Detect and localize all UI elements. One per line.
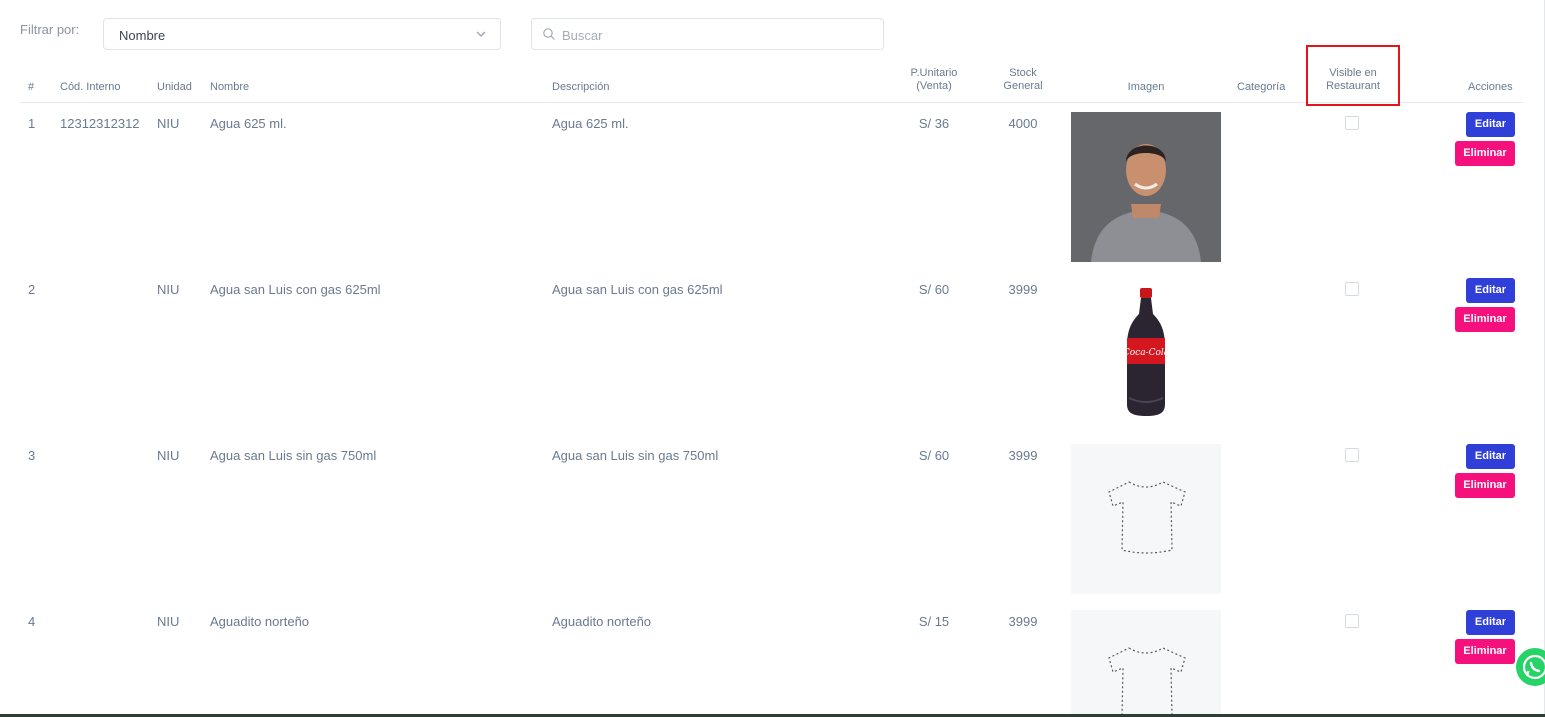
row-name: Agua san Luis con gas 625ml — [210, 282, 381, 297]
edit-button[interactable]: Editar — [1466, 112, 1515, 137]
header-stock-line2: General — [1003, 80, 1043, 92]
row-name: Aguadito norteño — [210, 614, 310, 629]
search-icon — [543, 28, 555, 40]
edit-button[interactable]: Editar — [1466, 444, 1515, 469]
row-price: S/ 36 — [918, 116, 950, 131]
delete-button[interactable]: Eliminar — [1455, 639, 1515, 664]
row-price: S/ 60 — [918, 282, 950, 297]
header-image: Imagen — [1127, 81, 1165, 93]
svg-text:Coca-Cola: Coca-Cola — [1123, 348, 1169, 358]
header-code: Cód. Interno — [60, 81, 121, 93]
products-panel: Filtrar por: Nombre # Cód. Interno Unida… — [0, 0, 1545, 717]
row-description: Agua san Luis con gas 625ml — [552, 282, 723, 297]
row-price: S/ 15 — [918, 614, 950, 629]
person-photo-icon — [1071, 112, 1221, 262]
row-index: 4 — [28, 614, 36, 629]
row-unit: NIU — [157, 448, 180, 463]
delete-button[interactable]: Eliminar — [1455, 141, 1515, 166]
tshirt-icon — [1108, 481, 1186, 554]
filter-select[interactable]: Nombre — [103, 18, 501, 50]
edit-button[interactable]: Editar — [1466, 278, 1515, 303]
row-description: Agua 625 ml. — [552, 116, 629, 131]
header-price: P.Unitario (Venta) — [894, 67, 974, 93]
header-category: Categoría — [1237, 81, 1286, 93]
row-description: Aguadito norteño — [552, 614, 652, 629]
filter-label: Filtrar por: — [20, 22, 80, 37]
row-code: 12312312312 — [60, 116, 140, 131]
search-input[interactable] — [562, 25, 862, 45]
visible-checkbox[interactable] — [1345, 448, 1359, 462]
delete-button[interactable]: Eliminar — [1455, 473, 1515, 498]
row-stock: 4000 — [1008, 116, 1038, 131]
highlight-box — [1306, 45, 1400, 106]
product-image-placeholder — [1071, 610, 1221, 714]
row-unit: NIU — [157, 116, 180, 131]
row-name: Agua 625 ml. — [210, 116, 287, 131]
header-price-line2: (Venta) — [916, 80, 952, 92]
product-image-bottle: Coca-Cola — [1071, 278, 1221, 428]
product-image-person — [1071, 112, 1221, 262]
tshirt-icon — [1108, 647, 1186, 714]
row-unit: NIU — [157, 282, 180, 297]
row-unit: NIU — [157, 614, 180, 629]
whatsapp-button[interactable] — [1516, 648, 1545, 686]
row-stock: 3999 — [1008, 282, 1038, 297]
row-index: 1 — [28, 116, 36, 131]
product-image-placeholder — [1071, 444, 1221, 594]
row-index: 2 — [28, 282, 36, 297]
bottle-icon: Coca-Cola — [1123, 288, 1169, 416]
header-price-line1: P.Unitario — [910, 67, 958, 79]
header-index: # — [28, 81, 35, 93]
row-stock: 3999 — [1008, 614, 1038, 629]
whatsapp-icon — [1522, 654, 1545, 680]
row-name: Agua san Luis sin gas 750ml — [210, 448, 377, 463]
visible-checkbox[interactable] — [1345, 116, 1359, 130]
row-price: S/ 60 — [918, 448, 950, 463]
header-name: Nombre — [210, 81, 250, 93]
delete-button[interactable]: Eliminar — [1455, 307, 1515, 332]
chevron-down-icon — [476, 31, 486, 37]
visible-checkbox[interactable] — [1345, 614, 1359, 628]
edit-button[interactable]: Editar — [1466, 610, 1515, 635]
header-unit: Unidad — [157, 81, 192, 93]
header-stock: Stock General — [988, 67, 1058, 93]
header-stock-line1: Stock — [1009, 67, 1037, 79]
header-description: Descripción — [552, 81, 610, 93]
row-index: 3 — [28, 448, 36, 463]
header-actions: Acciones — [1468, 81, 1513, 93]
search-input-wrapper[interactable] — [531, 18, 884, 50]
row-stock: 3999 — [1008, 448, 1038, 463]
row-description: Agua san Luis sin gas 750ml — [552, 448, 719, 463]
filter-select-value: Nombre — [119, 28, 166, 43]
visible-checkbox[interactable] — [1345, 282, 1359, 296]
header-divider — [20, 102, 1523, 103]
